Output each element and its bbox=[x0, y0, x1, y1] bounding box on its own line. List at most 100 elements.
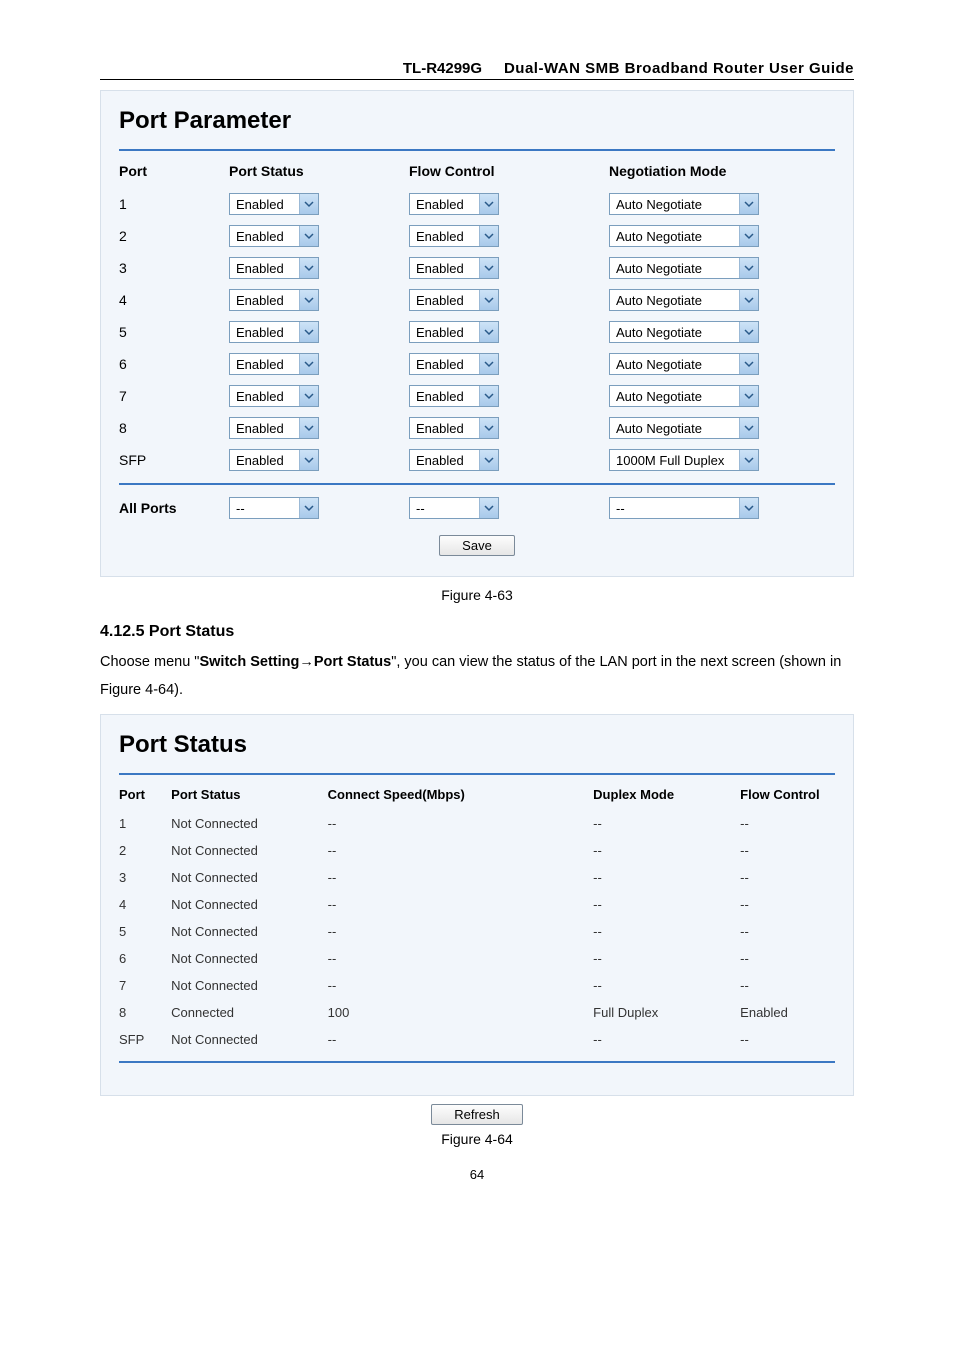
status-speed: -- bbox=[328, 978, 594, 993]
negotiation-mode-select[interactable]: Auto Negotiate bbox=[609, 193, 759, 215]
chevron-down-icon bbox=[479, 354, 498, 374]
negotiation-mode-select[interactable]: 1000M Full Duplex bbox=[609, 449, 759, 471]
status-duplex: -- bbox=[593, 816, 740, 831]
page-header: TL-R4299G Dual-WAN SMB Broadband Router … bbox=[100, 60, 854, 80]
port-status-select[interactable]: Enabled bbox=[229, 257, 319, 279]
divider bbox=[119, 149, 835, 151]
negotiation-mode-select[interactable]: Auto Negotiate bbox=[609, 257, 759, 279]
select-value: Enabled bbox=[410, 421, 470, 436]
chevron-down-icon bbox=[299, 354, 318, 374]
status-row: 3Not Connected------ bbox=[119, 870, 835, 885]
port-status-select[interactable]: Enabled bbox=[229, 193, 319, 215]
status-flow: -- bbox=[740, 924, 835, 939]
scol-speed-label: Connect Speed(Mbps) bbox=[328, 787, 594, 802]
divider bbox=[119, 1061, 835, 1063]
port-status-select[interactable]: Enabled bbox=[229, 225, 319, 247]
chevron-down-icon bbox=[479, 194, 498, 214]
select-value: Auto Negotiate bbox=[610, 357, 708, 372]
port-status-select[interactable]: Enabled bbox=[229, 289, 319, 311]
all-ports-neg-select[interactable]: -- bbox=[609, 497, 759, 519]
refresh-button[interactable]: Refresh bbox=[431, 1104, 523, 1125]
flow-control-select[interactable]: Enabled bbox=[409, 225, 499, 247]
chevron-down-icon bbox=[479, 226, 498, 246]
flow-control-select[interactable]: Enabled bbox=[409, 193, 499, 215]
header-title: Dual-WAN SMB Broadband Router User Guide bbox=[504, 60, 854, 77]
negotiation-mode-select[interactable]: Auto Negotiate bbox=[609, 225, 759, 247]
port-status-select[interactable]: Enabled bbox=[229, 449, 319, 471]
select-value: Enabled bbox=[230, 453, 290, 468]
status-status: Not Connected bbox=[171, 870, 327, 885]
all-ports-flow-select[interactable]: -- bbox=[409, 497, 499, 519]
select-value: Enabled bbox=[410, 389, 470, 404]
port-status-select[interactable]: Enabled bbox=[229, 417, 319, 439]
status-flow: -- bbox=[740, 1032, 835, 1047]
col-port-label: Port bbox=[119, 163, 229, 179]
select-value: Auto Negotiate bbox=[610, 421, 708, 436]
col-neg-label: Negotiation Mode bbox=[609, 163, 809, 179]
flow-control-select[interactable]: Enabled bbox=[409, 417, 499, 439]
port-number: 6 bbox=[119, 356, 229, 372]
port-status-select[interactable]: Enabled bbox=[229, 353, 319, 375]
status-row: SFPNot Connected------ bbox=[119, 1032, 835, 1047]
port-parameter-title: Port Parameter bbox=[119, 107, 835, 135]
param-row: 1EnabledEnabledAuto Negotiate bbox=[119, 193, 835, 215]
param-row: 6EnabledEnabledAuto Negotiate bbox=[119, 353, 835, 375]
chevron-down-icon bbox=[479, 258, 498, 278]
negotiation-mode-select[interactable]: Auto Negotiate bbox=[609, 321, 759, 343]
status-row: 8Connected100Full DuplexEnabled bbox=[119, 1005, 835, 1020]
section-paragraph: Choose menu "Switch Setting→Port Status"… bbox=[100, 649, 854, 704]
status-speed: -- bbox=[328, 816, 594, 831]
status-status: Not Connected bbox=[171, 843, 327, 858]
save-button[interactable]: Save bbox=[439, 535, 515, 556]
select-value: Enabled bbox=[410, 197, 470, 212]
port-status-select[interactable]: Enabled bbox=[229, 321, 319, 343]
select-value: -- bbox=[230, 501, 251, 516]
status-row: 5Not Connected------ bbox=[119, 924, 835, 939]
status-status: Not Connected bbox=[171, 978, 327, 993]
status-port: 6 bbox=[119, 951, 171, 966]
flow-control-select[interactable]: Enabled bbox=[409, 257, 499, 279]
port-number: 8 bbox=[119, 420, 229, 436]
port-number: 2 bbox=[119, 228, 229, 244]
flow-control-select[interactable]: Enabled bbox=[409, 353, 499, 375]
chevron-down-icon bbox=[739, 386, 758, 406]
status-speed: -- bbox=[328, 843, 594, 858]
negotiation-mode-select[interactable]: Auto Negotiate bbox=[609, 289, 759, 311]
negotiation-mode-select[interactable]: Auto Negotiate bbox=[609, 417, 759, 439]
port-number: 4 bbox=[119, 292, 229, 308]
port-parameter-panel: Port Parameter Port Port Status Flow Con… bbox=[100, 90, 854, 577]
status-duplex: -- bbox=[593, 870, 740, 885]
chevron-down-icon bbox=[739, 322, 758, 342]
status-port: 3 bbox=[119, 870, 171, 885]
chevron-down-icon bbox=[739, 290, 758, 310]
flow-control-select[interactable]: Enabled bbox=[409, 385, 499, 407]
all-ports-status-select[interactable]: -- bbox=[229, 497, 319, 519]
chevron-down-icon bbox=[479, 322, 498, 342]
flow-control-select[interactable]: Enabled bbox=[409, 321, 499, 343]
status-port: 4 bbox=[119, 897, 171, 912]
chevron-down-icon bbox=[299, 226, 318, 246]
status-flow: -- bbox=[740, 870, 835, 885]
status-row: 2Not Connected------ bbox=[119, 843, 835, 858]
status-flow: -- bbox=[740, 897, 835, 912]
select-value: -- bbox=[610, 501, 631, 516]
select-value: Enabled bbox=[410, 325, 470, 340]
section-heading: 4.12.5 Port Status bbox=[100, 623, 854, 641]
flow-control-select[interactable]: Enabled bbox=[409, 289, 499, 311]
status-row: 4Not Connected------ bbox=[119, 897, 835, 912]
negotiation-mode-select[interactable]: Auto Negotiate bbox=[609, 385, 759, 407]
select-value: Enabled bbox=[230, 389, 290, 404]
flow-control-select[interactable]: Enabled bbox=[409, 449, 499, 471]
port-status-panel: Port Status Port Port Status Connect Spe… bbox=[100, 714, 854, 1096]
select-value: Enabled bbox=[230, 261, 290, 276]
select-value: Enabled bbox=[410, 357, 470, 372]
chevron-down-icon bbox=[479, 450, 498, 470]
chevron-down-icon bbox=[479, 290, 498, 310]
negotiation-mode-select[interactable]: Auto Negotiate bbox=[609, 353, 759, 375]
select-value: Enabled bbox=[410, 453, 470, 468]
port-status-select[interactable]: Enabled bbox=[229, 385, 319, 407]
chevron-down-icon bbox=[299, 322, 318, 342]
select-value: Enabled bbox=[230, 325, 290, 340]
select-value: Auto Negotiate bbox=[610, 389, 708, 404]
status-port: SFP bbox=[119, 1032, 171, 1047]
